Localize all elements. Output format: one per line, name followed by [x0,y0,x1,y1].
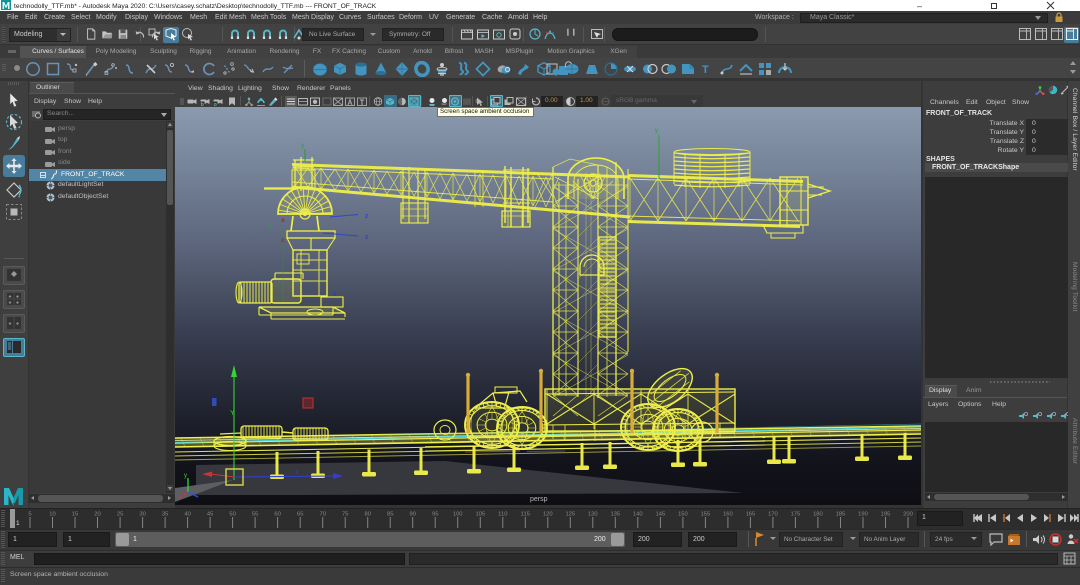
svg-text:55: 55 [252,512,258,518]
svg-text:95: 95 [432,512,438,518]
svg-text:170: 170 [768,512,778,518]
svg-text:125: 125 [565,512,575,518]
svg-text:175: 175 [791,512,801,518]
svg-text:200: 200 [903,512,913,518]
svg-text:50: 50 [229,512,235,518]
svg-text:40: 40 [184,512,190,518]
svg-text:85: 85 [387,512,393,518]
svg-text:10: 10 [49,512,55,518]
svg-text:185: 185 [836,512,846,518]
svg-text:90: 90 [409,512,415,518]
svg-text:45: 45 [207,512,213,518]
svg-text:115: 115 [521,512,530,518]
svg-text:150: 150 [678,512,688,518]
svg-text:135: 135 [610,512,620,518]
svg-text:120: 120 [543,512,553,518]
svg-text:T: T [702,64,709,76]
svg-text:190: 190 [858,512,868,518]
svg-text:75: 75 [342,512,348,518]
svg-text:25: 25 [117,512,123,518]
svg-text:x: x [281,217,285,224]
svg-text:110: 110 [498,512,507,518]
svg-text:100: 100 [453,512,463,518]
svg-text:195: 195 [881,512,891,518]
svg-text:70: 70 [319,512,325,518]
svg-text:30: 30 [139,512,145,518]
svg-text:130: 130 [588,512,598,518]
svg-text:Y: Y [230,410,235,417]
svg-text:5: 5 [28,512,31,518]
svg-text:y: y [184,473,187,479]
svg-text:z: z [365,213,368,220]
svg-text:145: 145 [656,512,666,518]
svg-text:155: 155 [701,512,711,518]
svg-text:60: 60 [274,512,280,518]
svg-text:65: 65 [297,512,303,518]
svg-text:z: z [365,234,368,241]
svg-text:persp: persp [530,496,548,503]
svg-text:35: 35 [162,512,168,518]
svg-text:15: 15 [72,512,78,518]
svg-text:180: 180 [813,512,823,518]
svg-text:20: 20 [94,512,100,518]
svg-text:105: 105 [475,512,485,518]
svg-text:160: 160 [723,512,733,518]
svg-text:80: 80 [364,512,370,518]
svg-text:z: z [333,291,336,298]
svg-text:165: 165 [746,512,756,518]
svg-text:140: 140 [633,512,643,518]
